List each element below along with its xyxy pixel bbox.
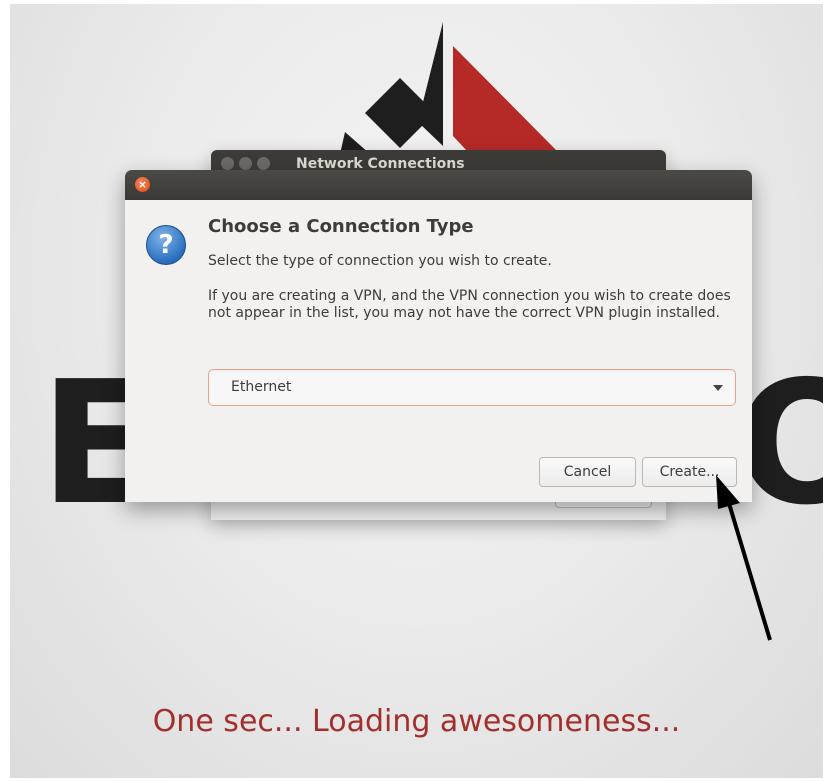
logo-diamond-top	[418, 22, 443, 146]
logo-red-shape	[453, 46, 558, 152]
cancel-button[interactable]: Cancel	[539, 457, 636, 487]
choose-connection-type-dialog: × ? Choose a Connection Type Select the …	[125, 170, 752, 502]
window-minimize-icon[interactable]	[239, 157, 252, 170]
logo-diamond-mid	[365, 78, 435, 148]
create-button[interactable]: Create...	[642, 457, 737, 487]
close-icon[interactable]: ×	[135, 177, 150, 192]
connection-type-value: Ethernet	[231, 379, 292, 395]
chevron-down-icon	[713, 385, 723, 391]
connection-type-select[interactable]: Ethernet	[208, 369, 736, 406]
dialog-heading: Choose a Connection Type	[208, 216, 474, 237]
dialog-description: If you are creating a VPN, and the VPN c…	[208, 288, 731, 321]
window-close-icon[interactable]	[221, 157, 234, 170]
question-icon: ?	[146, 225, 186, 265]
loading-message: One sec... Loading awesomeness...	[152, 704, 681, 739]
dialog-titlebar: ×	[125, 170, 752, 200]
window-maximize-icon[interactable]	[257, 157, 270, 170]
dialog-subtext: Select the type of connection you wish t…	[208, 253, 552, 269]
